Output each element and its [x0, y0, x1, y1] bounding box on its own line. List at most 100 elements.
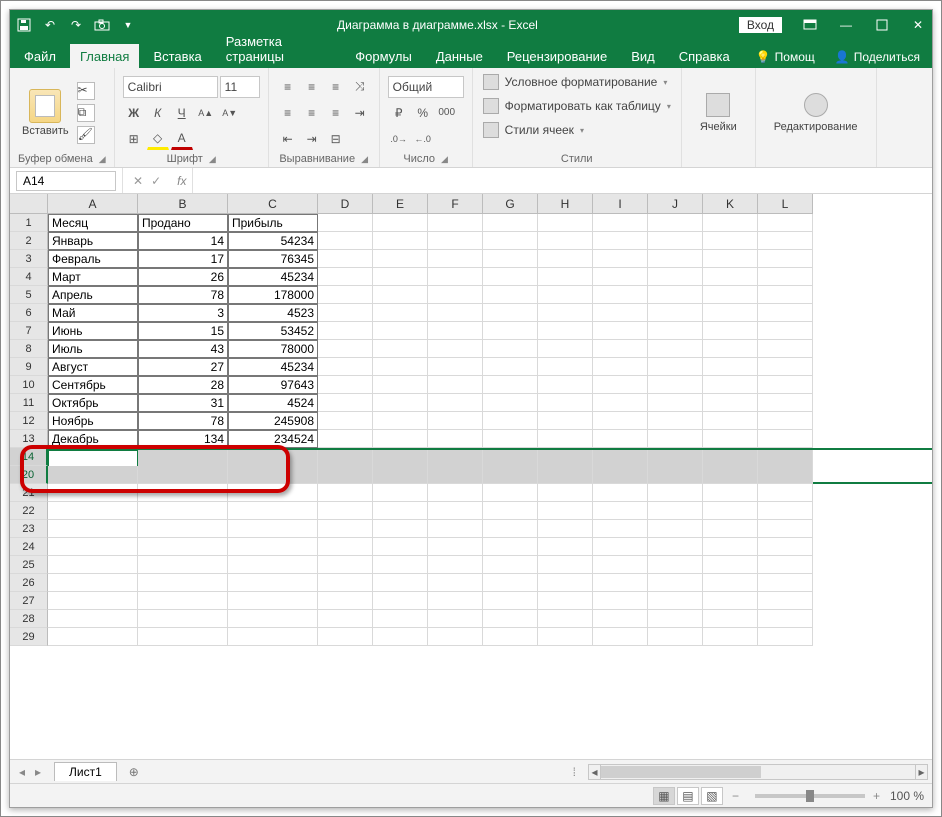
cell[interactable] — [648, 466, 703, 484]
paste-button[interactable]: Вставить — [18, 89, 73, 137]
row-header[interactable]: 29 — [10, 628, 48, 646]
share-button[interactable]: 👤Поделиться — [827, 45, 928, 68]
column-header[interactable]: B — [138, 194, 228, 214]
cell[interactable]: Апрель — [48, 286, 138, 304]
cell[interactable] — [538, 484, 593, 502]
cell[interactable] — [758, 250, 813, 268]
cell[interactable] — [318, 574, 373, 592]
cell[interactable] — [593, 358, 648, 376]
cell[interactable] — [373, 376, 428, 394]
cell[interactable] — [373, 412, 428, 430]
cell[interactable] — [428, 556, 483, 574]
cell[interactable] — [428, 574, 483, 592]
cell[interactable] — [758, 484, 813, 502]
cell[interactable] — [483, 250, 538, 268]
cell[interactable] — [318, 610, 373, 628]
cell[interactable] — [758, 304, 813, 322]
row-header[interactable]: 24 — [10, 538, 48, 556]
row-header[interactable]: 11 — [10, 394, 48, 412]
name-box[interactable]: A14 — [16, 171, 116, 191]
cell[interactable] — [593, 340, 648, 358]
column-header[interactable]: C — [228, 194, 318, 214]
cancel-formula-icon[interactable]: ✕ — [133, 174, 143, 188]
close-icon[interactable]: ✕ — [910, 17, 926, 33]
cell[interactable] — [373, 592, 428, 610]
cell[interactable] — [758, 214, 813, 232]
cell[interactable] — [483, 502, 538, 520]
row-header[interactable]: 28 — [10, 610, 48, 628]
cells-area[interactable]: МесяцПроданоПрибыльЯнварь1454234Февраль1… — [48, 214, 932, 759]
row-header[interactable]: 2 — [10, 232, 48, 250]
cell[interactable] — [318, 520, 373, 538]
cell[interactable] — [648, 520, 703, 538]
orientation-icon[interactable]: ⤨ — [349, 76, 371, 98]
wrap-text-icon[interactable]: ⇥ — [349, 102, 371, 124]
font-color-button[interactable]: A — [171, 128, 193, 150]
cell[interactable] — [373, 574, 428, 592]
cell[interactable] — [373, 610, 428, 628]
cell[interactable] — [318, 358, 373, 376]
row-header[interactable]: 13 — [10, 430, 48, 448]
column-header[interactable]: I — [593, 194, 648, 214]
cell[interactable]: Май — [48, 304, 138, 322]
cell[interactable] — [318, 250, 373, 268]
column-header[interactable]: L — [758, 194, 813, 214]
cell[interactable]: Ноябрь — [48, 412, 138, 430]
cell[interactable] — [483, 556, 538, 574]
bold-button[interactable]: Ж — [123, 102, 145, 124]
row-header[interactable]: 22 — [10, 502, 48, 520]
cell[interactable]: 78000 — [228, 340, 318, 358]
horizontal-scrollbar[interactable]: ◂ ▸ — [588, 764, 928, 780]
cell[interactable] — [538, 376, 593, 394]
cell[interactable]: 4524 — [228, 394, 318, 412]
formula-bar[interactable] — [192, 168, 932, 193]
cell[interactable] — [593, 556, 648, 574]
align-bottom-icon[interactable]: ≡ — [325, 76, 347, 98]
cell[interactable] — [373, 502, 428, 520]
cell[interactable]: 26 — [138, 268, 228, 286]
cell[interactable] — [138, 574, 228, 592]
cell[interactable] — [318, 232, 373, 250]
cell[interactable] — [483, 268, 538, 286]
cell[interactable] — [758, 502, 813, 520]
row-header[interactable]: 4 — [10, 268, 48, 286]
cell[interactable] — [538, 520, 593, 538]
cell[interactable] — [483, 466, 538, 484]
row-header[interactable]: 25 — [10, 556, 48, 574]
view-page-layout-icon[interactable]: ▤ — [677, 787, 699, 805]
cell[interactable] — [538, 322, 593, 340]
cell[interactable] — [703, 358, 758, 376]
cell[interactable] — [703, 538, 758, 556]
cell[interactable] — [758, 610, 813, 628]
cell[interactable] — [648, 250, 703, 268]
cell[interactable] — [318, 214, 373, 232]
column-header[interactable]: K — [703, 194, 758, 214]
cell[interactable] — [593, 502, 648, 520]
font-grow-icon[interactable]: A▲ — [195, 102, 217, 124]
cell[interactable] — [373, 628, 428, 646]
cell[interactable] — [373, 556, 428, 574]
cell[interactable] — [318, 592, 373, 610]
cell[interactable] — [318, 268, 373, 286]
row-header[interactable]: 1 — [10, 214, 48, 232]
cell[interactable] — [703, 484, 758, 502]
cell[interactable] — [318, 430, 373, 448]
row-header[interactable]: 26 — [10, 574, 48, 592]
cell[interactable]: 78 — [138, 286, 228, 304]
cell[interactable] — [538, 592, 593, 610]
cell[interactable]: 31 — [138, 394, 228, 412]
cell[interactable] — [703, 610, 758, 628]
sheet-nav-next-icon[interactable]: ▸ — [35, 765, 41, 779]
cell[interactable] — [483, 358, 538, 376]
cell[interactable] — [703, 322, 758, 340]
tab-review[interactable]: Рецензирование — [497, 44, 617, 68]
cell[interactable] — [703, 574, 758, 592]
cell[interactable] — [318, 466, 373, 484]
cell[interactable] — [428, 340, 483, 358]
cell[interactable] — [758, 520, 813, 538]
scrollbar-thumb[interactable] — [601, 766, 761, 778]
cell[interactable] — [318, 304, 373, 322]
cell[interactable] — [428, 484, 483, 502]
accept-formula-icon[interactable]: ✓ — [151, 174, 161, 188]
sheet-nav-prev-icon[interactable]: ◂ — [19, 765, 25, 779]
